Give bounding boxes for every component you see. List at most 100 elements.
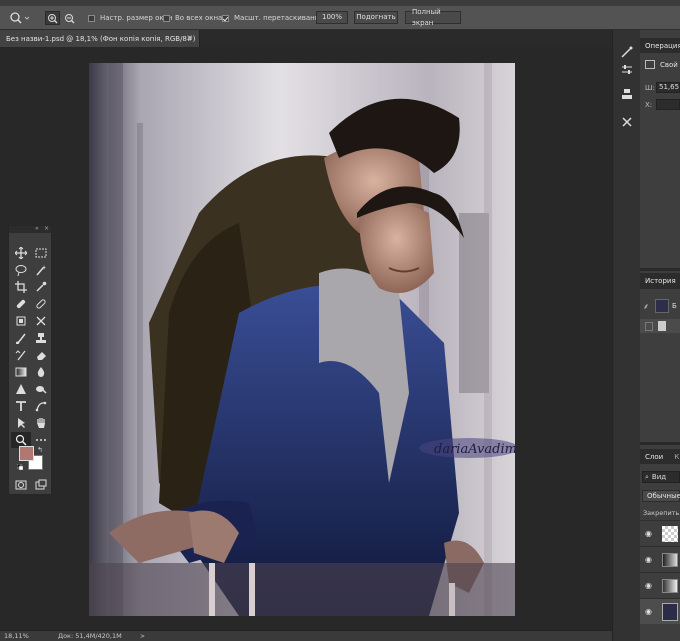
all-windows-checkbox[interactable]: Во всех окнах: [163, 11, 226, 25]
collapse-icon[interactable]: «: [35, 225, 39, 232]
layer-row[interactable]: ◉: [640, 546, 680, 572]
adjustment-layer-thumbnail: [662, 553, 678, 567]
zoom-100-button[interactable]: 100%: [316, 11, 348, 24]
checkbox-box[interactable]: [88, 14, 95, 22]
hand-tool-icon[interactable]: [31, 415, 51, 431]
layer-row-selected[interactable]: ◉: [640, 598, 680, 624]
pen-tool-icon[interactable]: [31, 381, 51, 397]
type-tool-icon[interactable]: [11, 398, 31, 414]
marquee-tool-icon[interactable]: [31, 245, 51, 261]
history-brush-icon[interactable]: [31, 313, 51, 329]
document-icon: [658, 321, 666, 331]
stamp-tool-icon[interactable]: [11, 313, 31, 329]
close-icon[interactable]: ×: [186, 33, 193, 42]
search-icon: ⌕: [645, 472, 649, 481]
document-tab-title: Без назви-1.psd @ 18,1% (Фон копія копія…: [6, 34, 196, 43]
foreground-color-swatch[interactable]: [19, 446, 34, 461]
history-item-label: Б: [672, 302, 677, 310]
tool-presets-icon[interactable]: [619, 114, 635, 130]
zoom-out-icon: [65, 13, 75, 23]
screen-mode-icon[interactable]: [31, 477, 51, 493]
zoom-tool-preset[interactable]: [8, 11, 30, 25]
properties-sub-label: Свой: [660, 61, 678, 69]
history-brush-icon: ⸙: [643, 302, 649, 311]
document-tab[interactable]: Без назви-1.psd @ 18,1% (Фон копія копія…: [0, 30, 200, 47]
layer-thumbnail: [662, 526, 678, 542]
width-field[interactable]: 51,65: [656, 82, 680, 93]
history-snapshot-thumbnail: [655, 299, 669, 313]
clone-source-icon[interactable]: [619, 86, 635, 102]
toolbox-header[interactable]: « ×: [9, 225, 51, 233]
fill-screen-button[interactable]: Полный экран: [405, 8, 461, 27]
healing-brush-icon[interactable]: [11, 296, 31, 312]
signature-text: dariaAvadim: [434, 442, 515, 457]
width-label: Ш:: [645, 84, 655, 92]
zoom-level[interactable]: 18,11%: [4, 632, 29, 640]
x-field[interactable]: [656, 99, 680, 110]
status-menu-arrow-icon[interactable]: >: [140, 633, 145, 640]
adjustment-layer-thumbnail: [662, 579, 678, 593]
gradient-tool-icon[interactable]: [11, 364, 31, 380]
eye-icon[interactable]: ◉: [645, 607, 652, 616]
tab-layers-label: Слои: [645, 452, 664, 461]
resize-windows-label: Настр. размер окон: [100, 14, 173, 22]
path-selection-icon[interactable]: [31, 398, 51, 414]
crop-tool-icon[interactable]: [11, 279, 31, 295]
default-colors-icon[interactable]: [16, 463, 24, 471]
doc-info: Док: 51,4M/420,1M: [58, 632, 122, 640]
zoom-out-button[interactable]: [63, 11, 76, 25]
history-state-row[interactable]: [640, 319, 680, 333]
magic-wand-icon[interactable]: [31, 262, 51, 278]
tab-layers[interactable]: Слои К: [640, 449, 680, 464]
brush-settings-icon[interactable]: [619, 44, 635, 60]
zoom-in-icon: [48, 13, 58, 23]
eyedropper-icon[interactable]: [31, 279, 51, 295]
clone-stamp-icon[interactable]: [31, 330, 51, 346]
artwork-illustration: dariaAvadim: [89, 63, 515, 616]
swap-colors-icon[interactable]: ↰: [37, 446, 43, 454]
status-bar: 18,11% Док: 51,4M/420,1M >: [0, 630, 612, 641]
eye-icon[interactable]: ◉: [645, 581, 652, 590]
panel-divider: [640, 268, 680, 271]
blur-tool-icon[interactable]: [31, 364, 51, 380]
checkbox-box[interactable]: [163, 14, 170, 22]
toolbox-panel: « × ↰: [8, 225, 52, 495]
tab-history[interactable]: История: [640, 273, 680, 289]
lasso-tool-icon[interactable]: [11, 262, 31, 278]
x-label: X:: [645, 101, 653, 109]
scrubby-zoom-checkbox[interactable]: Масшт. перетаскиванием: [222, 11, 329, 25]
history-art-brush-icon[interactable]: [11, 347, 31, 363]
dodge-tool-icon[interactable]: [11, 381, 31, 397]
lock-label: Закрепить:: [643, 509, 680, 517]
direct-selection-icon[interactable]: [11, 415, 31, 431]
fit-screen-button[interactable]: Подогнать: [354, 11, 398, 24]
all-windows-label: Во всех окнах: [175, 14, 227, 22]
zoom-in-button[interactable]: [45, 11, 60, 25]
layer-row[interactable]: ◉: [640, 520, 680, 546]
paint-brush-icon[interactable]: [11, 330, 31, 346]
resize-windows-checkbox[interactable]: Настр. размер окон: [88, 11, 172, 25]
blend-mode-select[interactable]: Обычные: [642, 490, 680, 502]
artwork-image[interactable]: dariaAvadim: [89, 63, 515, 616]
tab-channels-label[interactable]: К: [674, 453, 679, 461]
quick-mask-icon[interactable]: [11, 477, 31, 493]
brush-tool-icon[interactable]: [31, 296, 51, 312]
kind-filter-label: Вид: [651, 473, 667, 481]
eye-icon[interactable]: ◉: [645, 529, 652, 538]
history-checkbox[interactable]: [645, 322, 653, 331]
checkbox-box[interactable]: [222, 14, 229, 22]
history-snapshot-row[interactable]: ⸙ Б: [640, 298, 680, 318]
layer-properties-icon: [645, 60, 655, 69]
layer-row[interactable]: ◉: [640, 572, 680, 598]
layer-kind-filter[interactable]: ⌕ Вид: [642, 471, 680, 483]
move-tool-icon[interactable]: [11, 245, 31, 261]
eye-icon[interactable]: ◉: [645, 555, 652, 564]
eraser-tool-icon[interactable]: [31, 347, 51, 363]
close-icon[interactable]: ×: [44, 225, 49, 232]
panel-dock-strip: [612, 30, 640, 641]
tab-properties[interactable]: Операция: [640, 38, 680, 53]
adjustments-icon[interactable]: [619, 62, 635, 78]
panel-divider: [640, 442, 680, 445]
magnifier-icon: [10, 12, 30, 24]
options-bar: Настр. размер окон Во всех окнах Масшт. …: [0, 6, 680, 30]
